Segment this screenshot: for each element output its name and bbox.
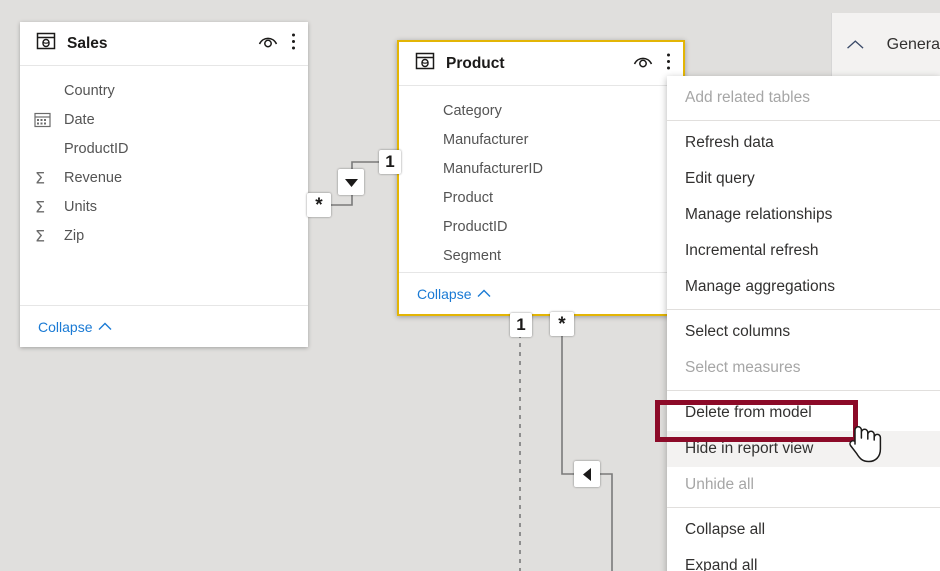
field-row[interactable]: Σ Zip bbox=[20, 221, 308, 250]
menu-item-expand-all[interactable]: Expand all bbox=[667, 548, 940, 571]
properties-pane-header[interactable]: Genera bbox=[831, 13, 940, 76]
table-icon bbox=[36, 31, 56, 56]
table-card-footer: Collapse bbox=[20, 305, 308, 347]
menu-item-collapse-all[interactable]: Collapse all bbox=[667, 512, 940, 548]
field-label: ManufacturerID bbox=[443, 161, 543, 177]
menu-item-unhide-all: Unhide all bbox=[667, 467, 940, 503]
menu-separator bbox=[667, 120, 940, 121]
properties-pane-title: Genera bbox=[887, 36, 940, 54]
field-row[interactable]: Manufacturer bbox=[399, 125, 683, 154]
field-no-icon bbox=[413, 131, 439, 149]
menu-separator bbox=[667, 507, 940, 508]
table-card-product[interactable]: Product bbox=[397, 40, 685, 316]
field-row[interactable]: Σ Revenue bbox=[20, 163, 308, 192]
field-no-icon bbox=[413, 218, 439, 236]
field-label: Units bbox=[64, 199, 97, 215]
menu-item-add-related-tables: Add related tables bbox=[667, 80, 940, 116]
sigma-icon: Σ bbox=[34, 169, 60, 187]
chevron-up-icon bbox=[477, 289, 491, 299]
field-label: ProductID bbox=[443, 219, 507, 235]
menu-item-select-columns[interactable]: Select columns bbox=[667, 314, 940, 350]
field-label: Zip bbox=[64, 228, 84, 244]
calendar-icon bbox=[34, 111, 60, 129]
table-field-list: Category Manufacturer ManufacturerID Pro… bbox=[399, 86, 683, 272]
field-label: Manufacturer bbox=[443, 132, 528, 148]
table-field-list: Country Date ProductID bbox=[20, 66, 308, 305]
collapse-button-product[interactable]: Collapse bbox=[417, 286, 491, 302]
sigma-icon: Σ bbox=[34, 227, 60, 245]
field-no-icon bbox=[413, 189, 439, 207]
chevron-up-icon bbox=[98, 322, 112, 332]
field-row[interactable]: Segment bbox=[399, 241, 683, 270]
collapse-label: Collapse bbox=[417, 286, 471, 302]
menu-item-manage-relationships[interactable]: Manage relationships bbox=[667, 197, 940, 233]
chevron-up-icon[interactable] bbox=[846, 38, 865, 52]
field-label: Segment bbox=[443, 248, 501, 264]
menu-separator bbox=[667, 309, 940, 310]
table-icon bbox=[415, 51, 435, 76]
svg-text:Σ: Σ bbox=[35, 198, 45, 216]
cardinality-badge-one-inactive[interactable]: 1 bbox=[510, 313, 532, 337]
field-no-icon bbox=[413, 160, 439, 178]
eye-icon[interactable] bbox=[632, 53, 654, 74]
field-row[interactable]: Country bbox=[20, 76, 308, 105]
more-options-icon[interactable] bbox=[666, 52, 671, 76]
table-context-menu[interactable]: Add related tables Refresh data Edit que… bbox=[667, 76, 940, 571]
model-view-canvas: Sales bbox=[0, 0, 940, 571]
field-no-icon bbox=[34, 82, 60, 100]
field-label: Revenue bbox=[64, 170, 122, 186]
field-row[interactable]: ProductID bbox=[20, 134, 308, 163]
menu-item-incremental-refresh[interactable]: Incremental refresh bbox=[667, 233, 940, 269]
field-row[interactable]: Category bbox=[399, 96, 683, 125]
sigma-icon: Σ bbox=[34, 198, 60, 216]
more-options-icon[interactable] bbox=[291, 32, 296, 56]
field-no-icon bbox=[413, 102, 439, 120]
table-name: Sales bbox=[67, 35, 257, 53]
table-card-header: Sales bbox=[20, 22, 308, 66]
field-row[interactable]: Σ Units bbox=[20, 192, 308, 221]
cardinality-badge-many[interactable]: * bbox=[307, 193, 331, 217]
svg-text:Σ: Σ bbox=[35, 169, 45, 187]
field-no-icon bbox=[34, 140, 60, 158]
field-label: Country bbox=[64, 83, 115, 99]
table-card-sales[interactable]: Sales bbox=[20, 22, 308, 347]
field-label: Product bbox=[443, 190, 493, 206]
eye-icon[interactable] bbox=[257, 33, 279, 54]
menu-item-edit-query[interactable]: Edit query bbox=[667, 161, 940, 197]
table-card-footer: Collapse bbox=[399, 272, 683, 314]
field-row[interactable]: ManufacturerID bbox=[399, 154, 683, 183]
menu-item-manage-aggregations[interactable]: Manage aggregations bbox=[667, 269, 940, 305]
field-row[interactable]: Product bbox=[399, 183, 683, 212]
field-row[interactable]: ProductID bbox=[399, 212, 683, 241]
menu-item-delete-from-model[interactable]: Delete from model bbox=[667, 395, 940, 431]
filter-direction-down-icon[interactable] bbox=[338, 169, 364, 195]
svg-text:Σ: Σ bbox=[35, 227, 45, 245]
mouse-cursor-pointing-hand bbox=[845, 418, 883, 469]
cardinality-badge-one[interactable]: 1 bbox=[379, 150, 401, 174]
field-label: Date bbox=[64, 112, 95, 128]
collapse-button-sales[interactable]: Collapse bbox=[38, 319, 112, 335]
menu-item-select-measures: Select measures bbox=[667, 350, 940, 386]
field-label: Category bbox=[443, 103, 502, 119]
field-row[interactable]: Date bbox=[20, 105, 308, 134]
field-label: ProductID bbox=[64, 141, 128, 157]
filter-direction-left-icon[interactable] bbox=[574, 461, 600, 487]
table-name: Product bbox=[446, 55, 632, 73]
relationship-line-product-lower[interactable] bbox=[562, 316, 612, 571]
menu-item-hide-in-report-view[interactable]: Hide in report view bbox=[667, 431, 940, 467]
field-no-icon bbox=[413, 247, 439, 265]
cardinality-badge-many-lower[interactable]: * bbox=[550, 312, 574, 336]
collapse-label: Collapse bbox=[38, 319, 92, 335]
table-card-header: Product bbox=[399, 42, 683, 86]
menu-item-refresh-data[interactable]: Refresh data bbox=[667, 125, 940, 161]
menu-separator bbox=[667, 390, 940, 391]
